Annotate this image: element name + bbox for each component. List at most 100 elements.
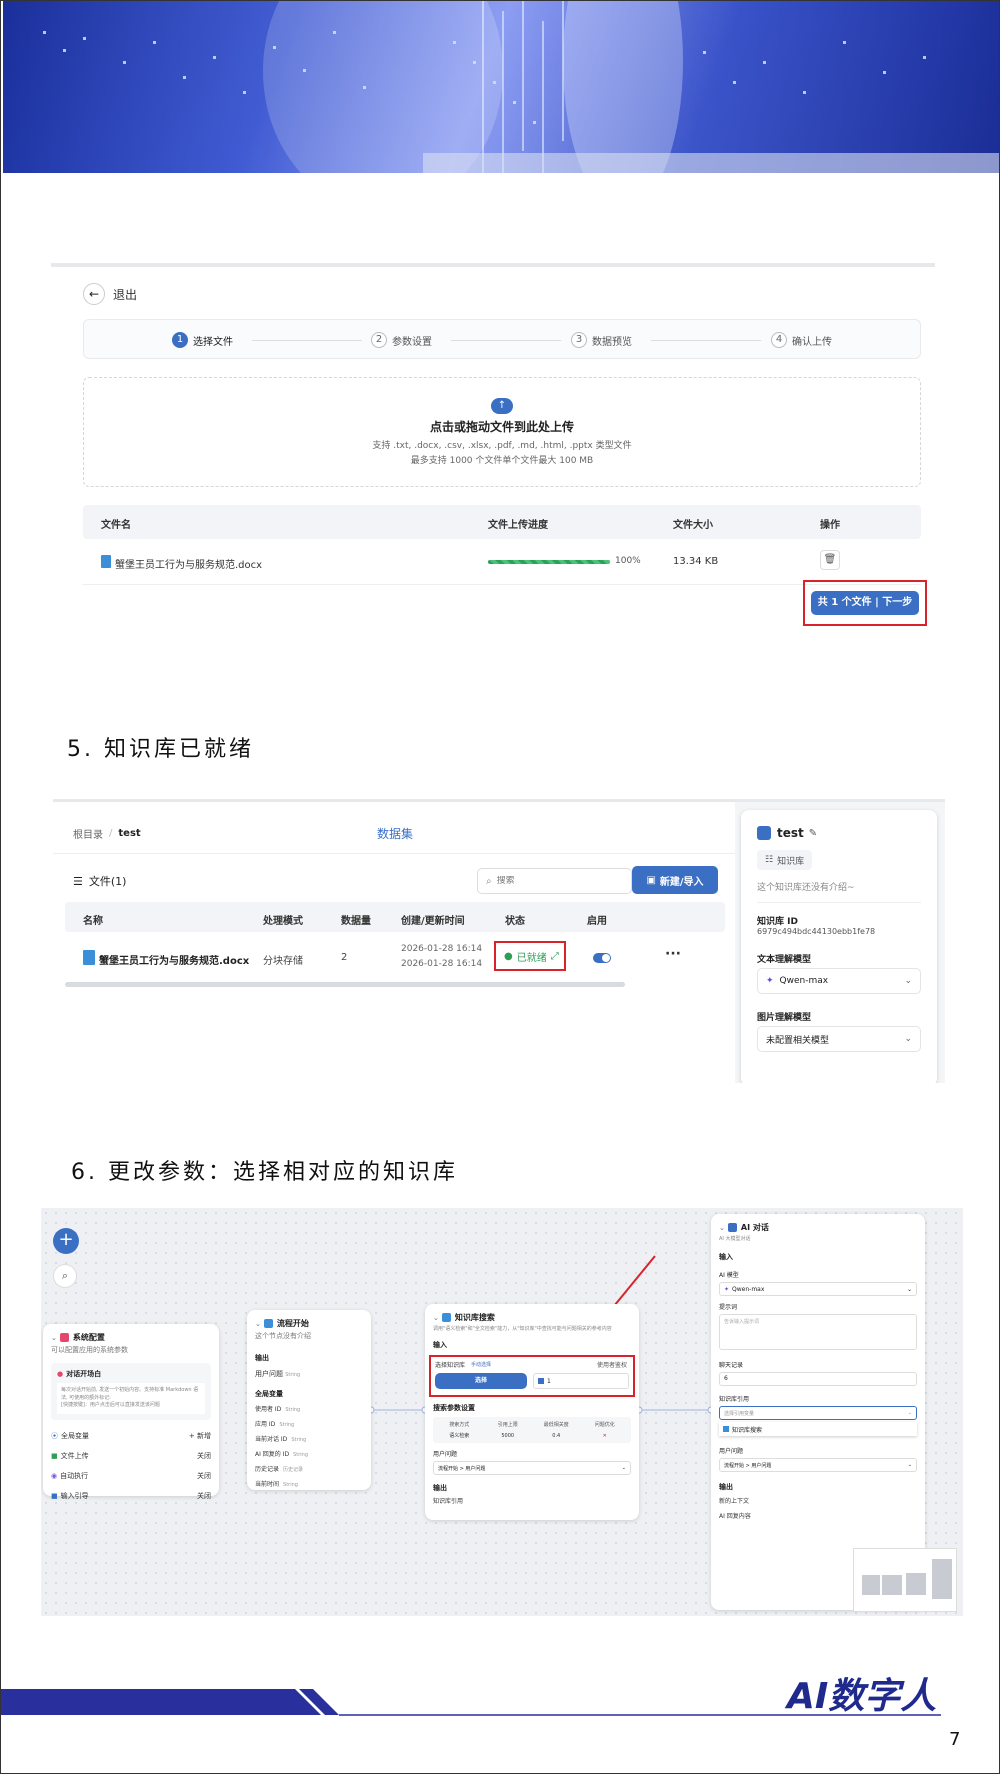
output-item: AI 回复内容 [719,1513,751,1520]
config-row[interactable]: ◉ 自动执行 关闭 [51,1466,211,1486]
database-icon: ☷ [765,855,774,865]
next-step-button[interactable]: 共 1 个文件 | 下一步 [811,591,919,615]
manual-select-tag[interactable]: 手动选择 [471,1361,491,1368]
tab-dataset[interactable]: 数据集 [377,825,413,842]
upload-progress-bar [488,560,610,564]
dataset-row[interactable]: 蟹堡王员工行为与服务规范.docx 分块存储 2 2026-01-28 16:1… [65,934,725,982]
upload-dropzone[interactable]: ↑ 点击或拖动文件到此处上传 支持 .txt, .docx, .csv, .xl… [83,377,921,487]
settings-icon [59,1333,69,1342]
kb-ref-option[interactable]: 知识库搜索 [719,1422,917,1436]
new-import-button[interactable]: ▣ 新建/导入 [632,866,718,894]
config-row[interactable]: ■ 文件上传 关闭 [51,1446,211,1466]
node-header: ⌄ 知识库搜索 [425,1304,639,1323]
config-value: 关闭 [197,1471,211,1480]
kb-title: test [777,826,804,840]
divider [757,902,921,903]
params-header-row: 搜索方式 引用上限 最低相关度 问题优化 [435,1421,629,1428]
user-question-row: 用户问题 [425,1443,639,1458]
file-row: 蟹堡王员工行为与服务规范.docx 100% 13.34 KB 🗑 [83,539,921,585]
workflow-screenshot: + ⌕ ⌄ 系统配置 可以配置应用的系统参数 ● 对话开场白 每次对话开始前, 发… [41,1208,963,1616]
kb-search-node[interactable]: ⌄ 知识库搜索 调用"语义检索"和"全文检索"能力，从"知识库"中查找可能与问题… [425,1304,639,1520]
col-action: 操作 [820,520,840,531]
image-model-label: 图片理解模型 [757,1013,812,1023]
chevron-down-icon: ⌄ [907,1462,912,1468]
dataset-table-header: 名称 处理模式 数据量 创建/更新时间 状态 启用 [65,902,725,932]
user-question-select[interactable]: 流程开始 > 用户问题 ⌄ [433,1461,631,1475]
user-question-select[interactable]: 流程开始 > 用户问题 ⌄ [719,1458,917,1472]
image-model-select[interactable]: 未配置相关模型 ⌄ [757,1026,921,1052]
search-input[interactable] [496,876,617,886]
global-var-item: 当前时间 String [255,1476,363,1491]
minimap-node [862,1575,880,1595]
flow-start-node[interactable]: ⌄ 流程开始 这个节点没有介绍 输出 用户问题 String 全局变量 使用者 … [247,1310,371,1490]
upload-progress-fill [488,560,610,564]
opening-text[interactable]: 每次对话开始前, 发送一个初始内容。支持标准 Markdown 语法, 可使用的… [57,1383,205,1414]
breadcrumb-separator: / [109,828,113,839]
col-count: 数据量 [341,916,371,927]
breadcrumb-root[interactable]: 根目录 [73,826,103,841]
step-number: 3 [571,332,587,348]
config-row[interactable]: ■ 输入引导 关闭 [51,1486,211,1506]
kb-id-label: 知识库 ID [757,917,798,927]
canvas-minimap[interactable] [853,1548,957,1612]
config-row[interactable]: ⦿ 全局变量 + 新增 [51,1426,211,1446]
global-var-item: AI 回复的 ID String [255,1446,363,1461]
kb-ref-select[interactable]: 选择引用变量 ⌄ [719,1406,917,1420]
select-kb-button[interactable]: 选择 [435,1373,527,1389]
more-options-icon[interactable]: ··· [665,946,681,962]
config-label: 文件上传 [60,1451,89,1460]
config-value: 关闭 [197,1451,211,1460]
output-item-label: 用户问题 [255,1370,283,1378]
kb-search-icon [723,1426,729,1432]
section-6-title: 6. 更改参数：选择相对应的知识库 [71,1160,458,1185]
chevron-down-icon: ⌄ [621,1465,626,1471]
model-label: AI 模型 [719,1272,739,1279]
banner-graphic [3,1,999,173]
folder-plus-icon: ▣ [646,874,656,886]
config-label: 输入引导 [60,1491,89,1500]
system-config-node[interactable]: ⌄ 系统配置 可以配置应用的系统参数 ● 对话开场白 每次对话开始前, 发送一个初… [43,1324,219,1500]
node-title: 流程开始 [276,1319,309,1328]
collapse-icon: ⌄ [719,1223,725,1232]
breadcrumb-current: test [118,828,141,839]
search-params-label[interactable]: 搜索参数设置 [425,1397,639,1413]
qwen-logo-icon: ✦ [766,976,774,986]
back-arrow-icon[interactable]: ← [83,283,105,305]
ref-var-value: 流程开始 > 用户问题 [724,1462,772,1469]
opening-label: 对话开场白 [66,1370,102,1378]
user-question-label: 用户问题 [433,1451,458,1458]
param-value-cell: 语义检索 [449,1433,470,1439]
col-enabled: 启用 [587,916,607,927]
text-model-select[interactable]: ✦ Qwen-max ⌄ [757,968,921,994]
step-1: 1 选择文件 [172,332,233,348]
search-params-table[interactable]: 搜索方式 引用上限 最低相关度 问题优化 语义检索 5000 0.4 ✕ [433,1417,631,1443]
file-size: 13.34 KB [673,556,719,567]
global-var-type: String [291,1437,307,1443]
kb-type: 知识库 [777,856,805,867]
node-subtitle: 可以配置应用的系统参数 [51,1346,128,1354]
prompt-textarea[interactable]: 告诉输入提示词 [719,1314,917,1350]
param-header-cell: 搜索方式 [449,1422,470,1428]
param-header-cell: 问题优化 [594,1422,615,1428]
trash-icon[interactable]: 🗑 [820,550,840,570]
search-box[interactable]: ⌕ [477,868,632,894]
node-header: ⌄ AI 对话 [711,1214,925,1233]
docx-file-icon [83,950,95,965]
dataset-main-panel: 根目录 / test 数据集 ☰ 文件(1) ⌕ ▣ 新建/导入 名称 处理模式… [53,802,735,1083]
enabled-toggle[interactable] [593,953,611,963]
dataset-file-name[interactable]: 蟹堡王员工行为与服务规范.docx [99,952,249,967]
horizontal-scrollbar[interactable] [65,982,625,987]
step-connector [451,340,561,341]
edit-icon[interactable]: ✎ [809,828,817,839]
kb-search-icon [441,1313,451,1322]
output-item: 新的上下文 [719,1498,750,1505]
ai-chat-icon [727,1223,737,1232]
node-subtitle: AI 大模型对话 [719,1236,751,1242]
history-input[interactable]: 6 [719,1372,917,1386]
text-model-value: Qwen-max [779,976,829,986]
dataset-created-time: 2026-01-28 16:14 [401,944,483,954]
list-icon: ☰ [73,874,83,888]
selected-kb-chip[interactable]: 1 [533,1373,629,1389]
back-label[interactable]: 退出 [113,286,137,303]
model-select[interactable]: ✦ Qwen-max ⌄ [719,1282,917,1296]
